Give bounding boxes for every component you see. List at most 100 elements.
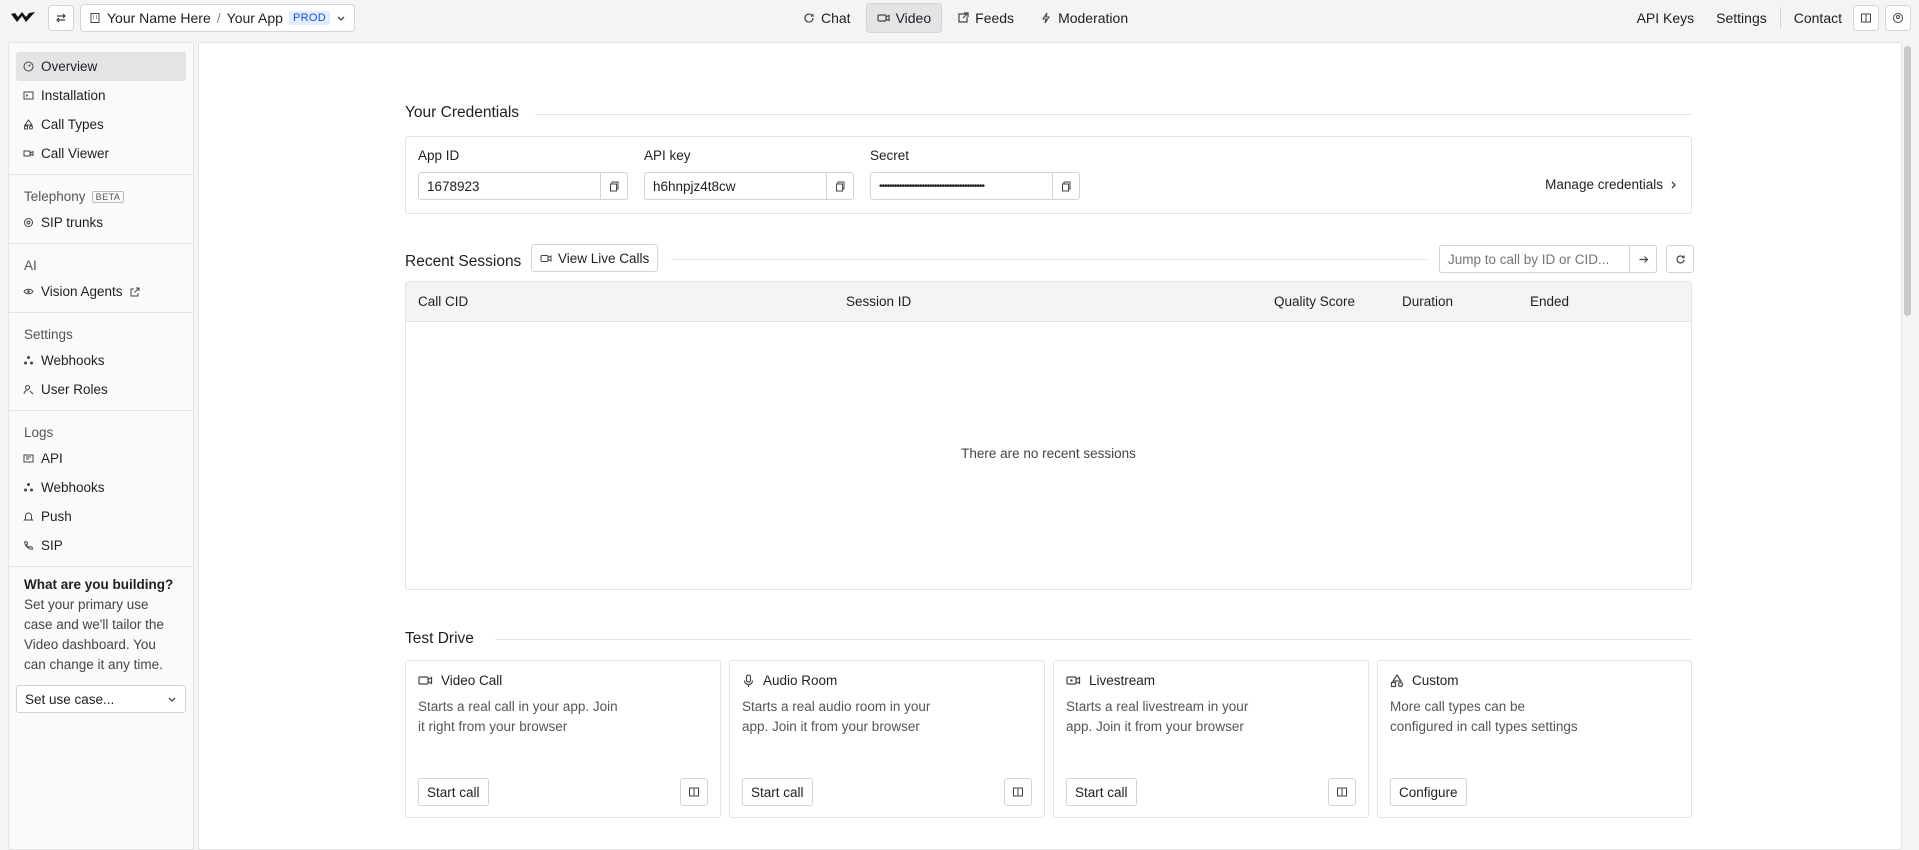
terminal-icon <box>23 90 34 101</box>
sidebar-item-logs-webhooks[interactable]: Webhooks <box>16 473 186 502</box>
tab-video[interactable]: Video <box>865 3 943 33</box>
sidebar-item-label: Vision Agents <box>41 284 123 299</box>
livestream-panel-button[interactable] <box>1328 778 1356 806</box>
start-audio-room-button[interactable]: Start call <box>742 778 813 806</box>
column-duration[interactable]: Duration <box>1402 294 1453 309</box>
bell-icon <box>23 511 34 522</box>
sidebar-item-sip-trunks[interactable]: SIP trunks <box>16 208 186 237</box>
manage-credentials-link[interactable]: Manage credentials <box>1545 177 1677 192</box>
tab-moderation-label: Moderation <box>1058 10 1129 26</box>
sidebar-toggle-button[interactable] <box>48 5 74 31</box>
card-title-label: Video Call <box>441 673 503 688</box>
credentials-title: Your Credentials <box>405 104 520 121</box>
api-key-value[interactable]: h6hnpjz4t8cw <box>645 179 826 194</box>
tab-feeds[interactable]: Feeds <box>946 3 1025 33</box>
scrollbar[interactable] <box>1902 42 1914 850</box>
card-description: Starts a real audio room in your app. Jo… <box>742 699 931 734</box>
card-title-label: Custom <box>1412 673 1459 688</box>
product-tabs: Chat Video Feeds Moderation <box>792 3 1139 33</box>
sidebar-divider <box>9 312 193 313</box>
app-id-value[interactable]: 1678923 <box>419 179 600 194</box>
tab-chat[interactable]: Chat <box>792 3 862 33</box>
sidebar-item-label: Overview <box>41 59 98 74</box>
app-id-field[interactable]: 1678923 <box>418 172 628 200</box>
settings-link[interactable]: Settings <box>1705 10 1778 26</box>
user-menu-button[interactable] <box>1885 5 1911 31</box>
sidebar-item-user-roles[interactable]: User Roles <box>16 375 186 404</box>
video-icon <box>540 253 552 264</box>
sidebar-item-logs-api[interactable]: API <box>16 444 186 473</box>
divider <box>671 259 1427 260</box>
section-title: AI <box>24 258 37 273</box>
sidebar-item-label: Push <box>41 509 72 524</box>
sidebar-section-ai: AI <box>9 248 193 277</box>
sidebar: Overview Installation Call Types Call Vi… <box>8 42 194 850</box>
logo-icon[interactable] <box>10 9 36 27</box>
gauge-icon <box>23 61 34 72</box>
video-call-panel-button[interactable] <box>680 778 708 806</box>
copy-app-id-button[interactable] <box>600 173 627 199</box>
use-case-note: What are you building? Set your primary … <box>9 567 193 683</box>
start-video-call-button[interactable]: Start call <box>418 778 489 806</box>
sidebar-divider <box>9 243 193 244</box>
jump-to-call-field[interactable] <box>1439 245 1657 273</box>
column-call-cid[interactable]: Call CID <box>418 294 468 309</box>
sidebar-item-call-viewer[interactable]: Call Viewer <box>16 139 186 168</box>
app-breadcrumb[interactable]: Your Name Here / Your App PROD <box>80 4 355 32</box>
phone-icon <box>23 540 34 551</box>
sidebar-item-label: Installation <box>41 88 106 103</box>
api-keys-link[interactable]: API Keys <box>1626 10 1706 26</box>
sidebar-item-logs-sip[interactable]: SIP <box>16 531 186 560</box>
refresh-button[interactable] <box>1666 245 1694 273</box>
tab-chat-label: Chat <box>821 10 851 26</box>
start-livestream-button[interactable]: Start call <box>1066 778 1137 806</box>
test-card-audio-room: Audio Room Starts a real audio room in y… <box>729 660 1045 818</box>
section-title: Settings <box>24 327 73 342</box>
secret-value[interactable]: ••••••••••••••••••••••••••••••••••••••••… <box>871 181 1052 192</box>
api-key-field[interactable]: h6hnpjz4t8cw <box>644 172 854 200</box>
shapes-icon <box>23 119 34 130</box>
tab-feeds-label: Feeds <box>975 10 1015 26</box>
contact-link[interactable]: Contact <box>1783 10 1853 26</box>
chevron-right-icon <box>1669 180 1677 190</box>
card-title-label: Audio Room <box>763 673 838 688</box>
sidebar-item-logs-push[interactable]: Push <box>16 502 186 531</box>
secret-field[interactable]: ••••••••••••••••••••••••••••••••••••••••… <box>870 172 1080 200</box>
sidebar-item-label: SIP trunks <box>41 215 104 230</box>
divider <box>535 114 1692 115</box>
gear-icon <box>23 217 34 228</box>
video-viewer-icon <box>23 148 34 159</box>
scrollbar-thumb[interactable] <box>1904 46 1911 316</box>
sidebar-item-label: Call Types <box>41 117 104 132</box>
sidebar-item-vision-agents[interactable]: Vision Agents <box>16 277 186 306</box>
card-description: Starts a real livestream in your app. Jo… <box>1066 699 1249 734</box>
copy-api-key-button[interactable] <box>826 173 853 199</box>
sidebar-item-overview[interactable]: Overview <box>16 52 186 81</box>
sidebar-item-call-types[interactable]: Call Types <box>16 110 186 139</box>
divider <box>495 639 1692 640</box>
panel-toggle-button[interactable] <box>1853 5 1879 31</box>
api-icon <box>23 453 34 464</box>
secret-label: Secret <box>870 148 910 163</box>
jump-to-call-input[interactable] <box>1440 251 1629 267</box>
org-name[interactable]: Your Name Here <box>107 10 211 26</box>
jump-go-button[interactable] <box>1629 246 1656 272</box>
use-case-select[interactable]: Set use case... <box>16 685 186 713</box>
column-ended[interactable]: Ended <box>1530 294 1569 309</box>
view-live-calls-button[interactable]: View Live Calls <box>531 244 659 272</box>
column-session-id[interactable]: Session ID <box>846 294 911 309</box>
sidebar-divider <box>9 174 193 175</box>
sidebar-item-webhooks[interactable]: Webhooks <box>16 346 186 375</box>
configure-button[interactable]: Configure <box>1390 778 1467 806</box>
column-quality-score[interactable]: Quality Score <box>1274 294 1355 309</box>
use-case-body: Set your primary use case and we'll tail… <box>24 597 164 672</box>
tab-moderation[interactable]: Moderation <box>1029 3 1139 33</box>
card-title: Livestream <box>1066 673 1155 688</box>
credentials-card: App ID 1678923 API key h6hnpjz4t8cw Secr… <box>405 136 1692 214</box>
copy-secret-button[interactable] <box>1052 173 1079 199</box>
app-name[interactable]: Your App <box>227 10 283 26</box>
chevron-down-icon <box>336 13 346 23</box>
card-title: Custom <box>1390 673 1459 688</box>
audio-room-panel-button[interactable] <box>1004 778 1032 806</box>
sidebar-item-installation[interactable]: Installation <box>16 81 186 110</box>
